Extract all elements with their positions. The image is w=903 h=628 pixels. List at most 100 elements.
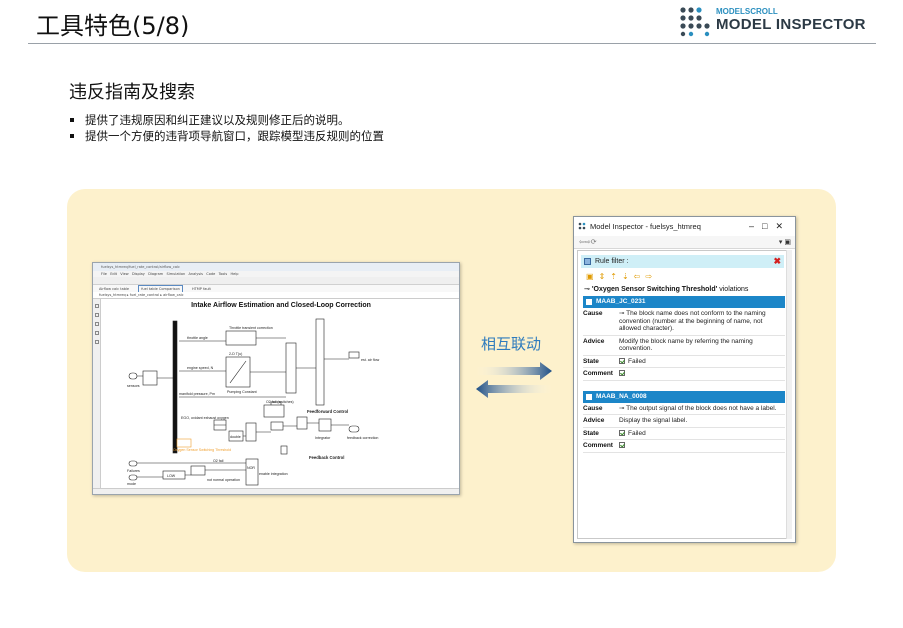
close-icon[interactable]: ✕ [775,221,791,231]
expand-icon[interactable]: ⇕ [599,272,611,281]
logo-title: MODEL INSPECTOR [716,16,866,33]
block-label: engine speed, N [187,366,214,370]
state-checkbox[interactable] [619,429,625,436]
simulink-palette [93,299,101,489]
move-down-icon[interactable]: ⇣ [622,272,634,281]
bullet-list: 提供了违规原因和纠正建议以及规则修正后的说明。 提供一个方便的违背项导航窗口，跟… [69,112,384,144]
violation-block-name[interactable]: 'Oxygen Sensor Switching Threshold' [592,286,717,293]
prev-icon[interactable]: ⇦ [634,272,646,281]
state-value: Failed [619,429,785,438]
state-row: State Failed [583,356,785,368]
rule-filter-label: Rule filter : [595,258,629,265]
state-label: State [583,357,599,365]
block-label: not normal operation [207,478,240,482]
minimize-icon[interactable]: – [749,221,762,231]
comment-value [619,442,785,450]
advice-value: Modify the block name by referring the n… [619,337,753,353]
simulink-titlebar: fuelsys_htmreq/fuel_rate_control/airflow… [93,263,459,271]
violation-detail: Cause ⊸ The block name does not conform … [583,308,785,381]
palette-tool-icon[interactable] [94,340,99,344]
block-label: EGO, oxidant exhaust oxygen [181,416,229,420]
block-label: manifold pressure, Pm [179,392,215,396]
state-text: Failed [628,429,646,437]
state-checkbox[interactable] [619,357,625,364]
cause-row: Cause ⊸ The output signal of the block d… [583,403,785,415]
cause-value: The output signal of the block does not … [626,404,777,412]
inspector-window-title: Model Inspector - fuelsys_htmreq [590,222,701,231]
block-label: Pumping Constant [227,390,257,394]
advice-row: Advice Display the signal label. [583,415,785,428]
simulink-tab[interactable]: fuel table Comparison [138,285,183,292]
link-label: 相互联动 [481,335,542,353]
comment-row: Comment [583,368,785,381]
model-inspector-window: Model Inspector - fuelsys_htmreq –□✕ ⇦⇨ ⟳… [573,216,796,543]
violation-rule-header[interactable]: MAAB_NA_0008 [583,390,785,403]
block-label: LOW [167,474,176,478]
inspector-content: Rule filter : ✖ ▣⇕⇡⇣⇦⇨ ⊸ 'Oxygen Sensor … [577,250,788,539]
refresh-icon[interactable]: ⟳ [591,239,597,246]
advice-row: Advice Modify the block name by referrin… [583,336,785,356]
block-label: feedback correction [347,436,378,440]
clear-filter-icon[interactable]: ✖ [773,255,781,268]
palette-tool-icon[interactable] [94,304,99,308]
block-label: enable integration [259,472,288,476]
comment-edit-icon[interactable] [619,442,625,448]
app-icon [578,222,586,230]
violation-detail: Cause ⊸ The output signal of the block d… [583,403,785,453]
cause-label: Cause [583,310,603,317]
link-icon: ⊸ [584,286,590,293]
state-text: Failed [628,357,646,365]
inspector-titlebar: Model Inspector - fuelsys_htmreq –□✕ [574,217,795,236]
block-label: throttle angle [187,336,208,340]
maximize-icon[interactable]: □ [762,221,775,231]
window-controls: –□✕ [749,217,791,236]
block-label: Oxygen Sensor Switching Threshold [173,448,231,452]
model-inspector-logo: MODELSCROLL MODEL INSPECTOR [678,5,878,37]
palette-tool-icon[interactable] [94,322,99,326]
state-row: State Failed [583,428,785,440]
simulink-tab[interactable]: HTMP fault [190,286,213,292]
violation-suffix: violations [719,286,749,293]
cause-label: Cause [583,404,603,412]
inspector-toolbar: ▣⇕⇡⇣⇦⇨ [578,268,787,283]
cause-text: ⊸ The output signal of the block does no… [619,405,785,413]
logo-subtitle: MODELSCROLL [716,7,778,16]
advice-value: Display the signal label. [619,417,688,424]
section-heading: 违反指南及搜索 [69,82,195,103]
block-label: 2-D T(u) [229,352,242,356]
folder-icon[interactable]: ▣ [586,272,599,281]
block-label: Feedback Control [309,455,344,460]
simulink-diagram[interactable]: Intake Airflow Estimation and Closed-Loo… [101,299,459,489]
comment-label: Comment [583,442,613,449]
block-label: Failures [127,469,140,473]
block-label: Feedforward Control [307,409,348,414]
block-label: NOR [247,466,255,470]
cause-value: The block name does not conform to the n… [619,310,766,332]
violation-heading: ⊸ 'Oxygen Sensor Switching Threshold' vi… [578,283,787,296]
diagram-title: Intake Airflow Estimation and Closed-Loo… [191,302,371,309]
simulink-statusbar [93,488,459,494]
slide-title: 工具特色(5/8) [36,12,190,40]
advice-label: Advice [583,417,605,424]
block-label: mode [127,482,136,486]
bullet-item: 提供一个方便的违背项导航窗口，跟踪模型违反规则的位置 [69,128,384,144]
next-icon[interactable]: ⇨ [645,272,657,281]
state-value: Failed [619,357,785,366]
block-label: O2 fail [213,459,224,463]
comment-label: Comment [583,370,613,377]
block-label: O2 fail (switches) [266,400,294,404]
violation-rule-header[interactable]: MAAB_JC_0231 [583,296,785,308]
advice-label: Advice [583,337,605,345]
rule-filter-bar[interactable]: Rule filter : ✖ [581,255,784,268]
comment-value [619,370,785,378]
bullet-item: 提供了违规原因和纠正建议以及规则修正后的说明。 [69,112,384,128]
simulink-toolbar [93,277,459,285]
comment-edit-icon[interactable] [619,370,625,376]
dropdown-chevron-icon[interactable]: ▾ ▣ [779,236,791,249]
palette-tool-icon[interactable] [94,313,99,317]
inspector-scrollbar[interactable] [786,250,792,539]
state-label: State [583,429,599,437]
palette-tool-icon[interactable] [94,331,99,335]
collapse-icon[interactable]: ⇡ [610,272,622,281]
title-divider [28,43,876,44]
